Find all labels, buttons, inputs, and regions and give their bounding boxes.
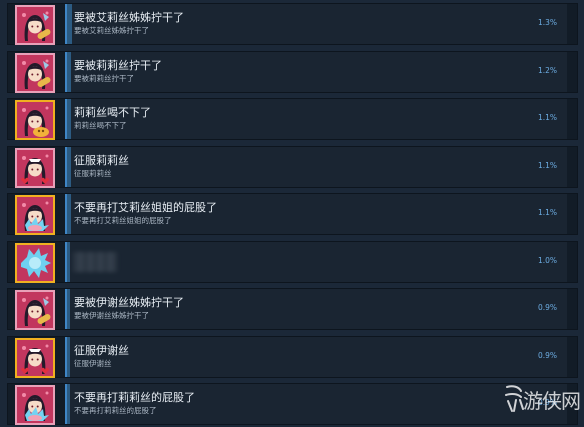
achievement-title: 征服莉莉丝	[74, 153, 129, 167]
progress-edge	[65, 4, 67, 44]
achievement-description: 征服莉莉丝	[74, 168, 112, 178]
achievement-row: 征服莉莉丝 征服莉莉丝 1.1%	[7, 145, 578, 188]
achievement-list: 要被艾莉丝姊姊拧干了 要被艾莉丝姊姊拧干了 1.3% 要被莉莉丝拧干了 要被莉莉丝拧干了…	[0, 0, 584, 427]
unlock-percent: 1.1%	[537, 160, 557, 170]
unlock-percent: 1.0%	[537, 255, 557, 265]
progress-edge	[65, 99, 67, 139]
progress-edge	[65, 289, 67, 329]
achievement-row: 征服伊谢丝 征服伊谢丝 0.9%	[7, 335, 578, 378]
achievement-icon-maid-hearts	[15, 147, 55, 188]
progress-edge	[65, 51, 67, 92]
achievement-description: 要被艾莉丝姊姊拧干了	[74, 26, 149, 35]
watermark-text: 游侠网	[523, 389, 581, 413]
progress-bar	[65, 146, 567, 187]
achievement-icon-girl-dark-hair-pink	[15, 52, 55, 93]
achievement-description: 要被伊谢丝姊姊拧干了	[74, 311, 149, 320]
achievement-icon-girl-splash	[15, 385, 55, 425]
achievement-title: 不要再打莉莉丝的屁股了	[74, 391, 195, 404]
achievement-description: 不要再打莉莉丝的屁股了	[74, 406, 157, 415]
watermark-logo: 游侠网	[503, 380, 581, 420]
progress-edge	[65, 146, 67, 187]
achievement-title: 要被伊谢丝姊姊拧干了	[74, 296, 184, 309]
achievement-row: 不要再打莉莉丝的屁股了 不要再打莉莉丝的屁股了 0.9%	[7, 383, 578, 425]
unlock-percent: 1.1%	[537, 208, 557, 217]
achievement-description: 不要再打艾莉丝姐姐的屁股了	[74, 216, 172, 225]
unlock-percent: 1.3%	[537, 18, 557, 27]
progress-edge	[65, 241, 67, 282]
progress-bar	[65, 336, 567, 377]
achievement-icon-splash-hidden	[15, 242, 55, 283]
achievement-row: 要被莉莉丝拧干了 要被莉莉丝拧干了 1.2%	[7, 50, 578, 93]
hidden-achievement-text	[73, 251, 117, 272]
achievement-icon-maid-hearts	[15, 337, 55, 378]
achievement-icon-girl-gold	[15, 100, 55, 140]
progress-edge	[65, 336, 67, 377]
unlock-percent: 1.2%	[537, 65, 557, 75]
achievement-title: 征服伊谢丝	[74, 343, 129, 357]
achievement-icon-girl-dark-hair-pink	[15, 5, 55, 45]
progress-edge	[65, 384, 67, 424]
achievement-row: 要被伊谢丝姊姊拧干了 要被伊谢丝姊姊拧干了 0.9%	[7, 288, 578, 330]
progress-edge	[65, 194, 67, 234]
achievement-title: 要被艾莉丝姊姊拧干了	[74, 11, 184, 24]
progress-bar	[65, 241, 567, 282]
unlock-percent: 1.1%	[537, 113, 557, 122]
achievement-row: 1.0%	[7, 240, 578, 283]
achievement-row: 要被艾莉丝姊姊拧干了 要被艾莉丝姊姊拧干了 1.3%	[7, 3, 578, 45]
achievement-icon-girl-dark-hair-pink	[15, 290, 55, 330]
achievement-description: 要被莉莉丝拧干了	[74, 73, 134, 83]
achievement-icon-girl-splash	[15, 195, 55, 235]
achievement-row: 不要再打艾莉丝姐姐的屁股了 不要再打艾莉丝姐姐的屁股了 1.1%	[7, 193, 578, 235]
achievement-description: 征服伊谢丝	[74, 358, 112, 368]
achievement-row: 莉莉丝喝不下了 莉莉丝喝不下了 1.1%	[7, 98, 578, 140]
watermark-glyph-icon	[505, 385, 524, 412]
unlock-percent: 0.9%	[537, 350, 557, 360]
unlock-percent: 0.9%	[537, 303, 557, 312]
achievement-title: 不要再打艾莉丝姐姐的屁股了	[74, 201, 217, 214]
achievement-title: 莉莉丝喝不下了	[74, 106, 151, 119]
achievement-description: 莉莉丝喝不下了	[74, 121, 127, 130]
achievement-title: 要被莉莉丝拧干了	[74, 58, 162, 72]
